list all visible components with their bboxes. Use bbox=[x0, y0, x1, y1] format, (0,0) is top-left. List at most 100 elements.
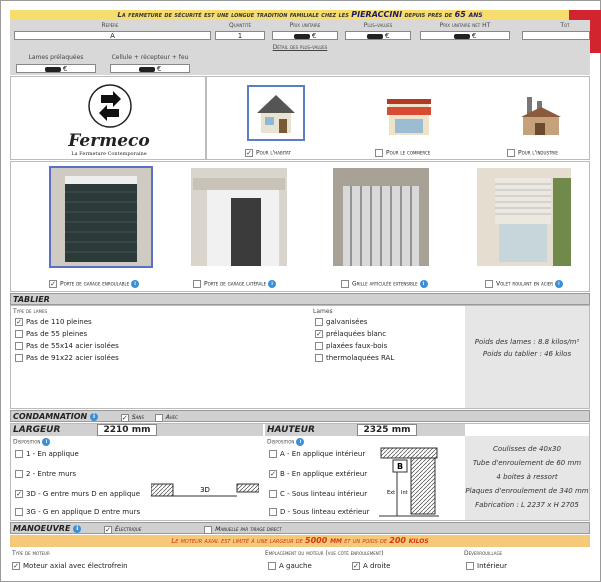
hauteur-field[interactable]: 2325 mm bbox=[357, 424, 417, 436]
gauche-option[interactable]: A gauche bbox=[268, 562, 312, 570]
type-option[interactable]: ✓ Pas de 110 pleines bbox=[15, 318, 92, 326]
info-icon[interactable]: i bbox=[42, 438, 51, 446]
product-photo-volet[interactable] bbox=[477, 168, 571, 266]
checkbox[interactable]: ✓ bbox=[269, 470, 277, 478]
prix-unitaire-field[interactable]: € bbox=[272, 31, 338, 40]
info-icon[interactable]: i bbox=[419, 280, 428, 288]
pose-option[interactable]: ✓ B - En applique extérieur bbox=[269, 470, 367, 478]
disposition-option[interactable]: 3G - G en applique D entre murs bbox=[15, 508, 140, 516]
checkbox-laterale[interactable] bbox=[193, 280, 201, 288]
pose-option[interactable]: C - Sous linteau intérieur bbox=[269, 490, 367, 498]
checkbox[interactable] bbox=[15, 342, 23, 350]
brand-tagline: La Fermeture Contemporaine bbox=[71, 151, 147, 157]
product-enroulable[interactable]: ✓ Porte de garage enroulable i bbox=[49, 280, 140, 288]
product-photo-grille[interactable] bbox=[333, 168, 429, 266]
manuelle-option[interactable]: Manuelle par tirage direct bbox=[204, 525, 282, 534]
checkbox-volet[interactable] bbox=[485, 280, 493, 288]
lames-field[interactable]: € bbox=[16, 64, 96, 73]
checkbox-commerce[interactable] bbox=[375, 149, 383, 157]
checkbox[interactable]: ✓ bbox=[15, 318, 23, 326]
checkbox-enroulable[interactable]: ✓ bbox=[49, 280, 57, 288]
option-label: 2 - Entre murs bbox=[26, 470, 77, 478]
checkbox[interactable] bbox=[15, 508, 23, 516]
type-option[interactable]: Pas de 91x22 acier isolées bbox=[15, 354, 119, 362]
checkbox[interactable] bbox=[315, 354, 323, 362]
checkbox-gauche[interactable] bbox=[268, 562, 276, 570]
fermeco-logo-icon bbox=[88, 84, 132, 128]
quantite-field[interactable]: 1 bbox=[215, 31, 265, 40]
checkbox-grille[interactable] bbox=[341, 280, 349, 288]
option-label: 3G - G en applique D entre murs bbox=[26, 508, 141, 516]
checkbox-interieur[interactable] bbox=[466, 562, 474, 570]
interieur-option[interactable]: Intérieur bbox=[466, 562, 507, 570]
checkbox[interactable]: ✓ bbox=[315, 330, 323, 338]
lame-option[interactable]: thermolaquées RAL bbox=[315, 354, 394, 362]
disposition-option[interactable]: 1 - En applique bbox=[15, 450, 79, 458]
largeur-field[interactable]: 2210 mm bbox=[97, 424, 157, 436]
checkbox[interactable] bbox=[15, 470, 23, 478]
info-icon[interactable]: i bbox=[268, 280, 277, 288]
checkbox[interactable] bbox=[15, 450, 23, 458]
lame-option[interactable]: plaxées faux-bois bbox=[315, 342, 387, 350]
disposition-label: Disposition bbox=[13, 438, 41, 446]
product-laterale[interactable]: Porte de garage latérale i bbox=[193, 280, 277, 288]
droite-option[interactable]: ✓ A droite bbox=[352, 562, 390, 570]
avec-option[interactable]: Avec bbox=[154, 413, 178, 422]
product-grille[interactable]: Grille articulée extensible i bbox=[341, 280, 428, 288]
cellule-label: Cellule + récepteur + feu bbox=[111, 54, 189, 61]
info-icon[interactable]: i bbox=[90, 412, 99, 421]
type-lames-label: Type de lames bbox=[13, 308, 48, 315]
currency: € bbox=[311, 32, 317, 40]
checkbox[interactable] bbox=[15, 330, 23, 338]
repere-field[interactable]: A bbox=[14, 31, 211, 40]
product-photo-laterale[interactable] bbox=[191, 168, 287, 266]
checkbox-droite[interactable]: ✓ bbox=[352, 562, 360, 570]
lame-option[interactable]: ✓ prélaquées blanc bbox=[315, 330, 386, 338]
checkbox[interactable]: ✓ bbox=[15, 490, 23, 498]
info-icon[interactable]: i bbox=[131, 280, 140, 288]
product-volet[interactable]: Volet roulant en acier i bbox=[485, 280, 563, 288]
house-card[interactable] bbox=[247, 85, 305, 141]
disposition-option[interactable]: 2 - Entre murs bbox=[15, 470, 76, 478]
cellule-field[interactable]: € bbox=[110, 64, 190, 73]
disposition-option[interactable]: ✓ 3D - G entre murs D en applique bbox=[15, 490, 140, 498]
type-option[interactable]: Pas de 55 pleines bbox=[15, 330, 87, 338]
checkbox[interactable] bbox=[315, 318, 323, 326]
pose-option[interactable]: D - Sous linteau extérieur bbox=[269, 508, 370, 516]
usage-industrie[interactable]: Pour l'industrie bbox=[507, 149, 558, 157]
quote-header-row: Repère A Quantité 1 Prix unitaire € Plus… bbox=[10, 20, 590, 42]
checkbox-manuelle[interactable] bbox=[204, 525, 213, 534]
shop-icon bbox=[387, 99, 431, 135]
info-icon[interactable]: i bbox=[296, 438, 305, 446]
checkbox-moteur[interactable]: ✓ bbox=[12, 562, 20, 570]
product-photo-enroulable[interactable] bbox=[49, 166, 153, 268]
moteur-option[interactable]: ✓ Moteur axial avec électrofrein bbox=[12, 562, 128, 570]
checkbox-sans[interactable]: ✓ bbox=[120, 413, 129, 422]
plus-values-field[interactable]: € bbox=[345, 31, 411, 40]
checkbox-industrie[interactable] bbox=[507, 149, 515, 157]
checkbox[interactable] bbox=[315, 342, 323, 350]
checkbox[interactable] bbox=[15, 354, 23, 362]
info-icon[interactable]: i bbox=[73, 524, 82, 533]
electrique-option[interactable]: ✓ Électrique bbox=[104, 525, 141, 534]
total-field[interactable] bbox=[522, 31, 590, 40]
checkbox[interactable] bbox=[269, 450, 277, 458]
sans-option[interactable]: ✓ Sans bbox=[120, 413, 144, 422]
checkbox-habitat[interactable]: ✓ bbox=[245, 149, 253, 157]
spec-line: Fabrication : L 2237 x H 2705 bbox=[475, 501, 579, 509]
checkbox[interactable] bbox=[269, 508, 277, 516]
usage-commerce[interactable]: Pour le commerce bbox=[375, 149, 430, 157]
prix-net-field[interactable]: € bbox=[420, 31, 510, 40]
checkbox[interactable] bbox=[269, 490, 277, 498]
option-label: B - En applique extérieur bbox=[280, 470, 368, 478]
option-label: Sans bbox=[131, 414, 144, 421]
type-option[interactable]: Pas de 55x14 acier isolées bbox=[15, 342, 119, 350]
col-label-prix-unitaire: Prix unitaire bbox=[289, 22, 321, 29]
info-icon[interactable]: i bbox=[554, 280, 563, 288]
moteur-type-label: Type de moteur bbox=[12, 550, 50, 557]
pose-option[interactable]: A - En applique intérieur bbox=[269, 450, 365, 458]
lame-option[interactable]: galvanisées bbox=[315, 318, 367, 326]
checkbox-electrique[interactable]: ✓ bbox=[104, 525, 113, 534]
usage-habitat[interactable]: ✓ Pour l'habitat bbox=[245, 149, 291, 157]
checkbox-avec[interactable] bbox=[154, 413, 163, 422]
